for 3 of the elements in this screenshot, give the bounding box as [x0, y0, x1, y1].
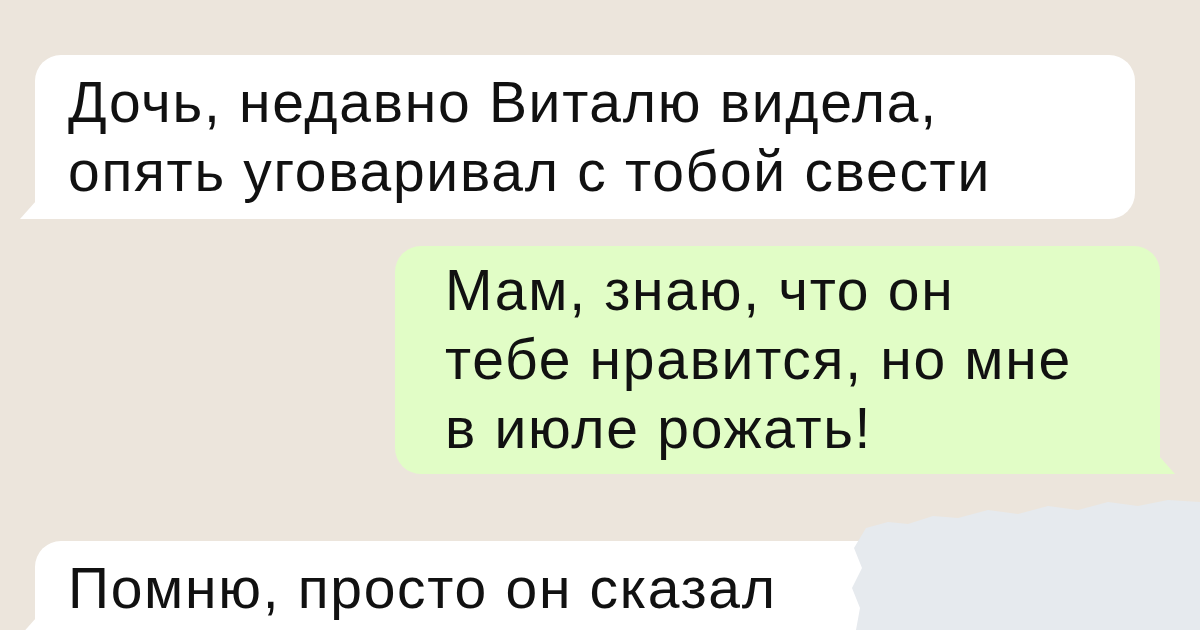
message-text: Мам, знаю, что он тебе нравится, но мне в июле рожать!	[445, 257, 1073, 462]
message-text: Помню, просто он сказал	[68, 555, 778, 622]
message-text: Дочь, недавно Виталю видела, опять уговаривал с тобой свести	[68, 69, 992, 205]
